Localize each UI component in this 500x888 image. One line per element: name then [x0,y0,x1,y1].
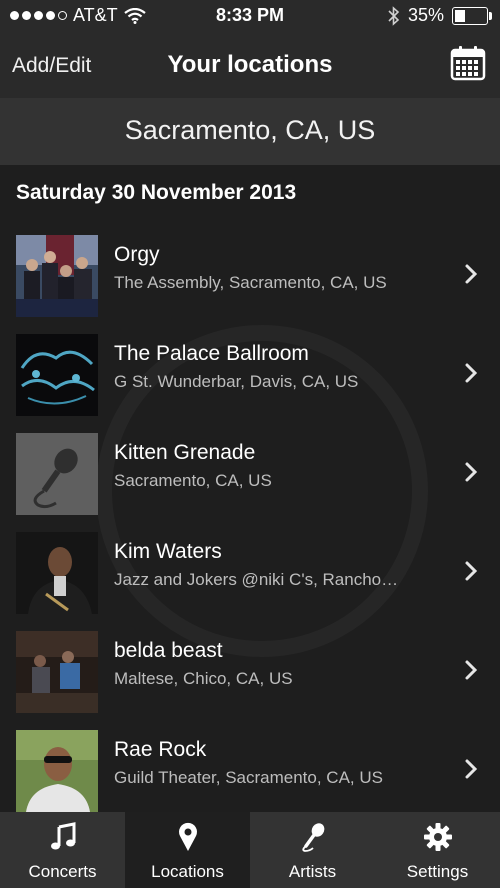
tab-bar: Concerts Locations Artists Settings [0,812,500,888]
status-right: 35% [388,5,492,26]
artist-name: Rae Rock [114,738,207,761]
tab-label: Locations [151,862,224,881]
battery-icon [452,6,492,25]
chevron-right-icon [465,660,478,680]
list-item[interactable]: Orgy The Assembly, Sacramento, CA, US [0,231,500,329]
microphone-icon [301,823,324,852]
artist-thumbnail [16,334,98,416]
tab-label: Settings [406,862,469,881]
artist-name: The Palace Ballroom [114,342,309,365]
page-title: Your locations [167,51,333,78]
list-item[interactable]: Kim Waters Jazz and Jokers @niki C's, Ra… [0,528,500,626]
battery-percent: 35% [407,5,444,25]
venue-name: Maltese, Chico, CA, US [114,669,293,688]
location-banner[interactable]: Sacramento, CA, US [0,98,500,165]
list-item[interactable]: Kitten Grenade Sacramento, CA, US [0,429,500,527]
artist-thumbnail [16,730,98,812]
artist-name: Kim Waters [114,540,222,563]
list-item[interactable]: Rae Rock Guild Theater, Sacramento, CA, … [0,726,500,812]
music-note-icon [50,822,75,850]
list-item[interactable]: The Palace Ballroom G St. Wunderbar, Dav… [0,330,500,428]
date-header: Saturday 30 November 2013 [16,181,297,204]
artist-name: belda beast [114,639,223,662]
artist-thumbnail [16,532,98,614]
concert-list[interactable]: Saturday 30 November 2013 Orgy The Assem… [0,165,500,812]
artist-thumbnail [16,433,98,515]
chevron-right-icon [465,759,478,779]
venue-name: Guild Theater, Sacramento, CA, US [114,768,383,787]
tab-label: Concerts [28,862,97,881]
venue-name: Jazz and Jokers @niki C's, Rancho… [114,570,399,589]
calendar-icon[interactable] [450,45,486,81]
tab-locations[interactable]: Locations [125,812,250,888]
tab-label: Artists [288,862,337,881]
gear-icon [423,823,452,851]
artist-name: Orgy [114,243,160,266]
venue-name: The Assembly, Sacramento, CA, US [114,273,387,292]
chevron-right-icon [465,561,478,581]
bluetooth-icon [388,5,400,26]
list-item[interactable]: belda beast Maltese, Chico, CA, US [0,627,500,725]
chevron-right-icon [465,462,478,482]
tab-settings[interactable]: Settings [375,812,500,888]
artist-thumbnail [16,235,98,317]
chevron-right-icon [465,264,478,284]
artist-thumbnail [16,631,98,713]
venue-name: Sacramento, CA, US [114,471,272,490]
location-pin-icon [178,822,197,851]
navigation-bar: Add/Edit Your locations [0,34,500,98]
tab-concerts[interactable]: Concerts [0,812,125,888]
chevron-right-icon [465,363,478,383]
tab-artists[interactable]: Artists [250,812,375,888]
location-name: Sacramento, CA, US [124,115,376,145]
artist-name: Kitten Grenade [114,441,256,464]
venue-name: G St. Wunderbar, Davis, CA, US [114,372,359,391]
status-bar: AT&T 8:33 PM 35% [0,0,500,34]
